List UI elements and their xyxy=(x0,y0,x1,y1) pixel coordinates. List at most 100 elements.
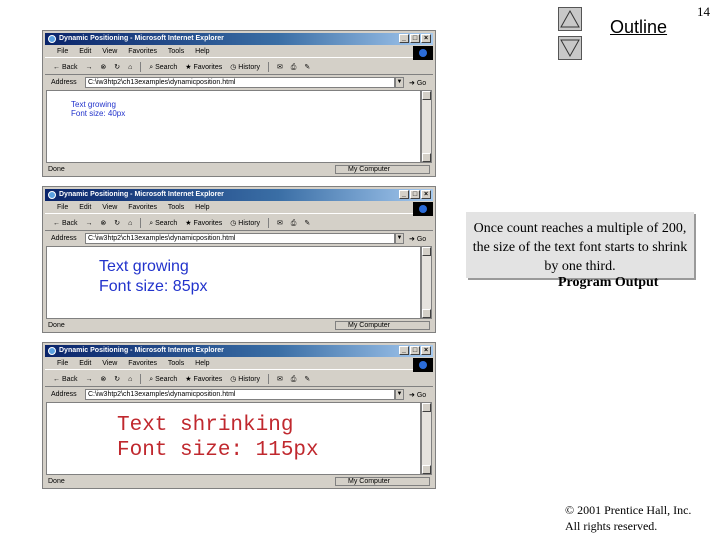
previous-slide-button[interactable] xyxy=(558,7,582,31)
menu-bar: File Edit View Favorites Tools Help xyxy=(45,358,433,370)
scroll-up-icon[interactable] xyxy=(422,247,431,256)
forward-button[interactable]: → xyxy=(85,376,92,383)
refresh-icon[interactable]: ↻ xyxy=(114,220,120,227)
edit-icon[interactable]: ✎ xyxy=(304,220,310,227)
maximize-button[interactable]: □ xyxy=(410,346,420,355)
forward-button[interactable]: → xyxy=(85,220,92,227)
menu-tools[interactable]: Tools xyxy=(168,48,184,55)
menu-tools[interactable]: Tools xyxy=(168,360,184,367)
mail-icon[interactable]: ✉ xyxy=(277,376,283,383)
address-input[interactable]: C:\iw3htp2\ch13examples\dynamicposition.… xyxy=(85,77,395,88)
menu-file[interactable]: File xyxy=(57,204,68,211)
go-button[interactable]: ➜ Go xyxy=(409,77,426,90)
maximize-button[interactable]: □ xyxy=(410,34,420,43)
status-bar: Done My Computer xyxy=(45,320,433,331)
triangle-up-icon xyxy=(560,9,580,28)
stop-icon[interactable]: ⊗ xyxy=(100,220,106,227)
back-button[interactable]: ← Back xyxy=(53,64,78,71)
refresh-icon[interactable]: ↻ xyxy=(114,376,120,383)
history-button[interactable]: ◷ History xyxy=(230,64,260,71)
address-input[interactable]: C:\iw3htp2\ch13examples\dynamicposition.… xyxy=(85,233,395,244)
menu-edit[interactable]: Edit xyxy=(79,204,91,211)
font-size-line: Font size: 40px xyxy=(71,109,126,118)
outline-link[interactable]: Outline xyxy=(610,17,667,38)
favorites-button[interactable]: ★ Favorites xyxy=(185,64,222,71)
close-button[interactable]: × xyxy=(421,34,431,43)
search-button[interactable]: ⌕ Search xyxy=(149,220,177,227)
stop-icon[interactable]: ⊗ xyxy=(100,64,106,71)
back-button[interactable]: ← Back xyxy=(53,220,78,227)
status-text: Done xyxy=(48,166,65,173)
menu-help[interactable]: Help xyxy=(195,204,209,211)
address-label: Address xyxy=(51,79,77,86)
scroll-down-icon[interactable] xyxy=(422,153,431,162)
mail-icon[interactable]: ✉ xyxy=(277,220,283,227)
favorites-button[interactable]: ★ Favorites xyxy=(185,220,222,227)
search-button[interactable]: ⌕ Search xyxy=(149,64,177,71)
home-icon[interactable]: ⌂ xyxy=(128,376,132,383)
close-button[interactable]: × xyxy=(421,190,431,199)
menu-tools[interactable]: Tools xyxy=(168,204,184,211)
status-text: Done xyxy=(48,322,65,329)
vertical-scrollbar[interactable] xyxy=(421,402,432,475)
favorites-button[interactable]: ★ Favorites xyxy=(185,376,222,383)
menu-favorites[interactable]: Favorites xyxy=(128,360,157,367)
menu-edit[interactable]: Edit xyxy=(79,360,91,367)
vertical-scrollbar[interactable] xyxy=(421,246,432,319)
scroll-down-icon[interactable] xyxy=(422,309,431,318)
vertical-scrollbar[interactable] xyxy=(421,90,432,163)
stop-icon[interactable]: ⊗ xyxy=(100,376,106,383)
address-label: Address xyxy=(51,235,77,242)
print-icon[interactable]: ⎙ xyxy=(291,64,297,71)
minimize-button[interactable]: _ xyxy=(399,190,409,199)
page-content: Text growing Font size: 85px xyxy=(46,246,421,319)
address-dropdown-icon[interactable]: ▼ xyxy=(395,233,404,244)
home-icon[interactable]: ⌂ xyxy=(128,220,132,227)
edit-icon[interactable]: ✎ xyxy=(304,376,310,383)
close-button[interactable]: × xyxy=(421,346,431,355)
edit-icon[interactable]: ✎ xyxy=(304,64,310,71)
browser-window-1: Dynamic Positioning - Microsoft Internet… xyxy=(42,30,436,177)
menu-view[interactable]: View xyxy=(102,360,117,367)
menu-edit[interactable]: Edit xyxy=(79,48,91,55)
mail-icon[interactable]: ✉ xyxy=(277,64,283,71)
home-icon[interactable]: ⌂ xyxy=(128,64,132,71)
scroll-down-icon[interactable] xyxy=(422,465,431,474)
menu-help[interactable]: Help xyxy=(195,360,209,367)
print-icon[interactable]: ⎙ xyxy=(291,376,297,383)
toolbar: ← Back → ⊗ ↻ ⌂ ⌕ Search ★ Favorites ◷ Hi… xyxy=(45,372,433,387)
refresh-icon[interactable]: ↻ xyxy=(114,64,120,71)
scroll-up-icon[interactable] xyxy=(422,91,431,100)
address-dropdown-icon[interactable]: ▼ xyxy=(395,77,404,88)
history-button[interactable]: ◷ History xyxy=(230,376,260,383)
font-size-line: Font size: 115px xyxy=(117,439,319,462)
print-icon[interactable]: ⎙ xyxy=(291,220,297,227)
address-input[interactable]: C:\iw3htp2\ch13examples\dynamicposition.… xyxy=(85,389,395,400)
search-label: Search xyxy=(155,376,178,383)
go-button[interactable]: ➜ Go xyxy=(409,233,426,246)
back-button[interactable]: ← Back xyxy=(53,376,78,383)
menu-file[interactable]: File xyxy=(57,360,68,367)
menu-view[interactable]: View xyxy=(102,204,117,211)
text-line: Text shrinking xyxy=(117,414,294,437)
scroll-up-icon[interactable] xyxy=(422,403,431,412)
menu-view[interactable]: View xyxy=(102,48,117,55)
status-bar: Done My Computer xyxy=(45,476,433,487)
forward-button[interactable]: → xyxy=(85,64,92,71)
text-line: Text growing xyxy=(71,100,116,109)
address-bar: Address C:\iw3htp2\ch13examples\dynamicp… xyxy=(45,388,433,401)
menu-favorites[interactable]: Favorites xyxy=(128,48,157,55)
go-button[interactable]: ➜ Go xyxy=(409,389,426,402)
status-text: Done xyxy=(48,478,65,485)
search-button[interactable]: ⌕ Search xyxy=(149,376,177,383)
ie-logo-icon xyxy=(413,46,433,60)
minimize-button[interactable]: _ xyxy=(399,34,409,43)
history-button[interactable]: ◷ History xyxy=(230,220,260,227)
next-slide-button[interactable] xyxy=(558,36,582,60)
address-dropdown-icon[interactable]: ▼ xyxy=(395,389,404,400)
minimize-button[interactable]: _ xyxy=(399,346,409,355)
menu-favorites[interactable]: Favorites xyxy=(128,204,157,211)
menu-help[interactable]: Help xyxy=(195,48,209,55)
menu-file[interactable]: File xyxy=(57,48,68,55)
maximize-button[interactable]: □ xyxy=(410,190,420,199)
